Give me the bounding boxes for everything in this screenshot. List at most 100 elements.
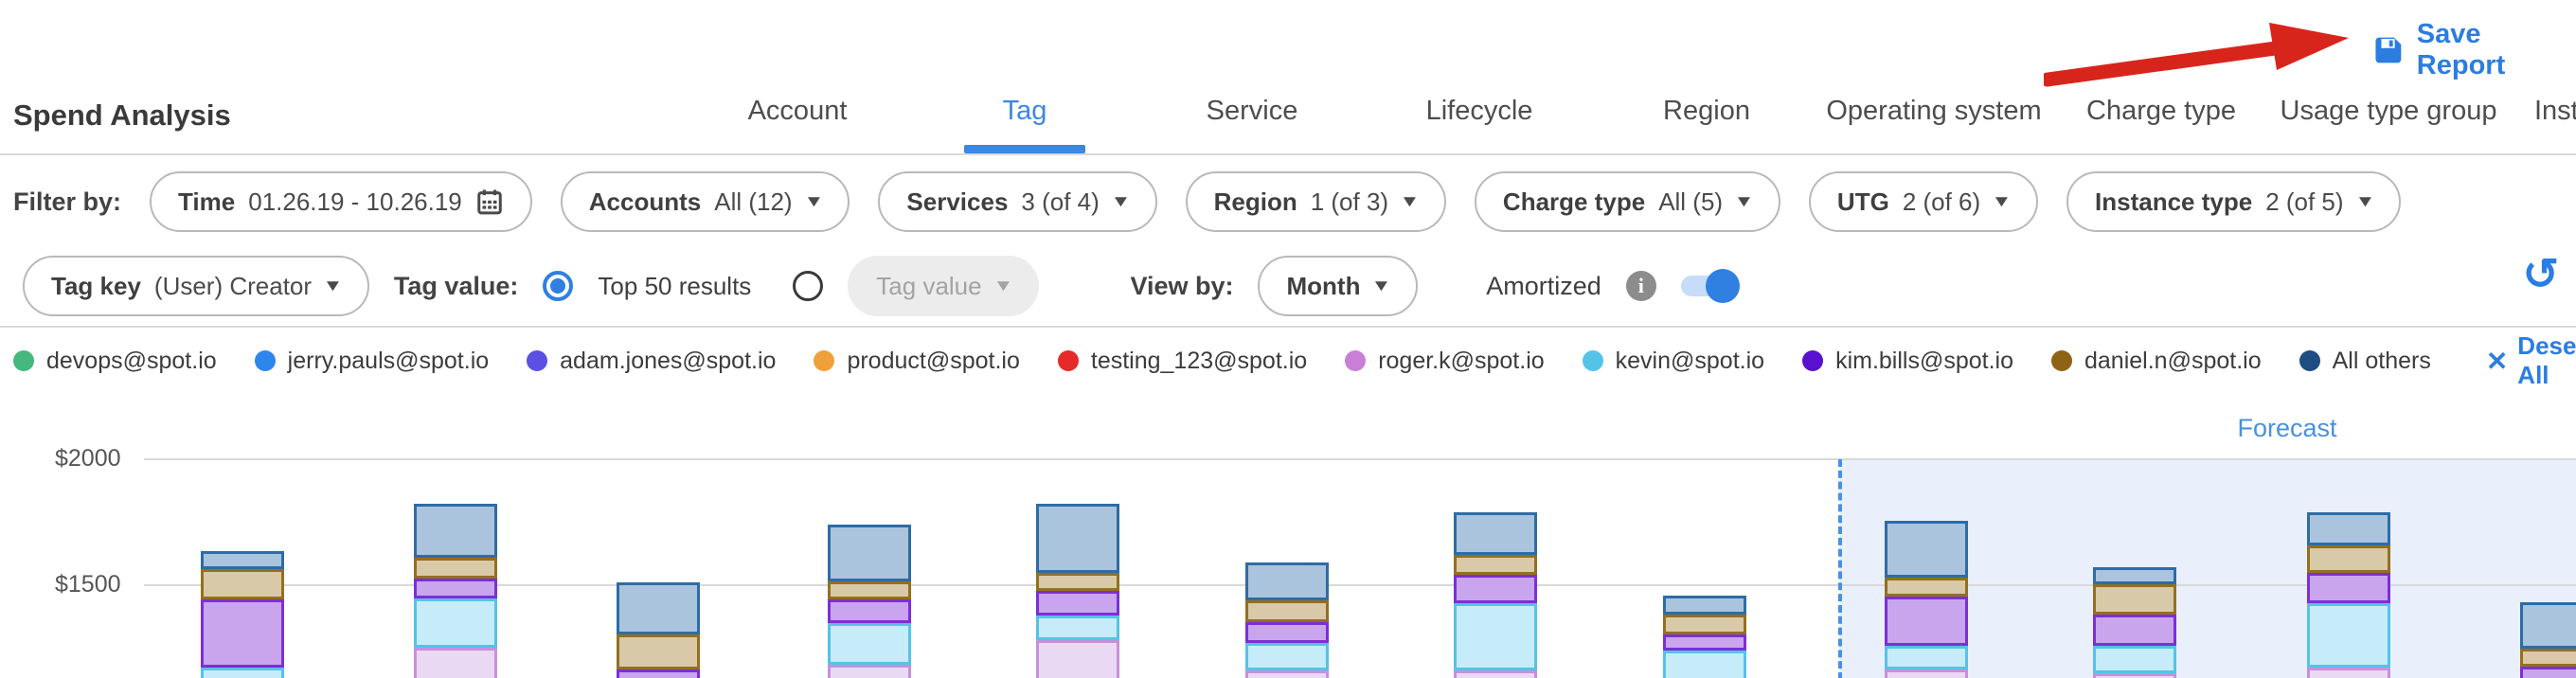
amortized-toggle[interactable]: [1681, 276, 1736, 296]
bar-7-segment[interactable]: [1454, 555, 1537, 575]
bar-9-segment[interactable]: [1885, 646, 1968, 669]
bar-10-segment[interactable]: [2093, 567, 2176, 583]
bar-10-segment[interactable]: [2093, 673, 2176, 678]
bar-4-segment[interactable]: [828, 665, 911, 678]
legend-item[interactable]: kevin@spot.io: [1583, 348, 1764, 375]
bar-5-segment[interactable]: [1036, 573, 1119, 591]
caret-down-icon: ▼: [1992, 192, 2012, 211]
legend-item[interactable]: daniel.n@spot.io: [2051, 348, 2262, 375]
tab-lifecycle[interactable]: Lifecycle: [1366, 96, 1593, 127]
bar-4-segment[interactable]: [828, 581, 911, 599]
bar-6-segment[interactable]: [1245, 670, 1329, 678]
bar-4-segment[interactable]: [828, 623, 911, 665]
bar-5-segment[interactable]: [1036, 591, 1119, 616]
legend-label: devops@spot.io: [46, 348, 217, 375]
bar-10-segment[interactable]: [2093, 615, 2176, 646]
bar-3-segment[interactable]: [617, 582, 700, 634]
tab-usage-type-group[interactable]: Usage type group: [2275, 96, 2502, 127]
header: Spend Analysis AccountTagServiceLifecycl…: [0, 0, 2576, 155]
bar-3-segment[interactable]: [617, 634, 700, 669]
tag-value-pill-label: Tag value: [876, 272, 981, 301]
bar-1-segment[interactable]: [201, 668, 284, 678]
bar-11-segment[interactable]: [2307, 545, 2390, 573]
legend-label: roger.k@spot.io: [1378, 348, 1544, 375]
bar-12-segment[interactable]: [2520, 602, 2576, 649]
info-icon[interactable]: i: [1626, 271, 1656, 301]
bar-2-segment[interactable]: [414, 558, 497, 579]
tab-inst[interactable]: Inst: [2534, 96, 2576, 127]
tab-account[interactable]: Account: [684, 96, 911, 127]
bar-7-segment[interactable]: [1454, 603, 1537, 671]
legend-label: kevin@spot.io: [1616, 348, 1764, 375]
bar-4-segment[interactable]: [828, 599, 911, 623]
bar-8-segment[interactable]: [1663, 615, 1746, 634]
reset-filters-icon[interactable]: ↺: [2522, 248, 2559, 299]
bar-8-segment[interactable]: [1663, 596, 1746, 615]
bar-1-segment[interactable]: [201, 599, 284, 668]
bar-3-segment[interactable]: [617, 669, 700, 678]
bar-9-segment[interactable]: [1885, 597, 1968, 646]
bar-2-segment[interactable]: [414, 504, 497, 558]
bar-7-segment[interactable]: [1454, 575, 1537, 602]
legend-item[interactable]: devops@spot.io: [13, 348, 217, 375]
legend-item[interactable]: adam.jones@spot.io: [527, 348, 776, 375]
tab-operating-system[interactable]: Operating system: [1820, 96, 2048, 127]
bar-6-segment[interactable]: [1245, 562, 1329, 600]
bar-1-segment[interactable]: [201, 569, 284, 599]
bar-6-segment[interactable]: [1245, 643, 1329, 670]
bar-2-segment[interactable]: [414, 598, 497, 648]
bar-11-segment[interactable]: [2307, 512, 2390, 545]
tab-charge-type[interactable]: Charge type: [2048, 96, 2275, 127]
legend-item[interactable]: kim.bills@spot.io: [1802, 348, 2013, 375]
view-by-pill[interactable]: Month ▼: [1258, 256, 1418, 316]
legend-item[interactable]: roger.k@spot.io: [1345, 348, 1544, 375]
bar-12-segment[interactable]: [2520, 649, 2576, 667]
filter-pill-charge-type[interactable]: Charge typeAll (5)▼: [1475, 171, 1780, 232]
bar-7-segment[interactable]: [1454, 670, 1537, 678]
caret-down-icon: ▼: [1110, 192, 1131, 211]
filter-pill-time[interactable]: Time01.26.19 - 10.26.19: [150, 171, 532, 232]
filter-pill-instance-type[interactable]: Instance type2 (of 5)▼: [2066, 171, 2401, 232]
save-report-button[interactable]: Save Report: [2371, 19, 2576, 81]
deselect-all-button[interactable]: ✕Deselect All: [2486, 331, 2576, 390]
caret-down-icon: ▼: [1734, 192, 1755, 211]
legend-item[interactable]: product@spot.io: [814, 348, 1019, 375]
bar-5-segment[interactable]: [1036, 640, 1119, 678]
bar-7-segment[interactable]: [1454, 512, 1537, 555]
bar-1-segment[interactable]: [201, 551, 284, 569]
tag-key-pill[interactable]: Tag key (User) Creator ▼: [23, 256, 369, 316]
pill-label: Accounts: [589, 187, 701, 217]
bar-4-segment[interactable]: [828, 525, 911, 581]
filter-pill-accounts[interactable]: AccountsAll (12)▼: [561, 171, 850, 232]
bar-9-segment[interactable]: [1885, 669, 1968, 678]
filter-pill-services[interactable]: Services3 (of 4)▼: [878, 171, 1156, 232]
bar-11-segment[interactable]: [2307, 603, 2390, 668]
bar-8-segment[interactable]: [1663, 651, 1746, 678]
bar-2-segment[interactable]: [414, 579, 497, 598]
bar-5-segment[interactable]: [1036, 616, 1119, 640]
bar-5-segment[interactable]: [1036, 504, 1119, 573]
bar-11-segment[interactable]: [2307, 668, 2390, 678]
legend-item[interactable]: testing_123@spot.io: [1058, 348, 1307, 375]
bar-6-segment[interactable]: [1245, 600, 1329, 622]
tag-value-radio[interactable]: [793, 271, 823, 301]
bar-10-segment[interactable]: [2093, 584, 2176, 615]
bar-8-segment[interactable]: [1663, 634, 1746, 651]
bar-12-segment[interactable]: [2520, 667, 2576, 678]
bar-9-segment[interactable]: [1885, 521, 1968, 578]
legend-item[interactable]: All others: [2299, 348, 2431, 375]
top50-radio[interactable]: [543, 271, 573, 301]
bar-6-segment[interactable]: [1245, 622, 1329, 644]
bar-9-segment[interactable]: [1885, 578, 1968, 597]
tab-service[interactable]: Service: [1138, 96, 1366, 127]
filter-pill-region[interactable]: Region1 (of 3)▼: [1186, 171, 1446, 232]
bar-10-segment[interactable]: [2093, 646, 2176, 673]
tab-region[interactable]: Region: [1593, 96, 1820, 127]
legend-color-dot: [13, 350, 34, 371]
filter-pill-utg[interactable]: UTG2 (of 6)▼: [1809, 171, 2038, 232]
bar-11-segment[interactable]: [2307, 573, 2390, 603]
bar-2-segment[interactable]: [414, 648, 497, 678]
pill-label: Instance type: [2095, 187, 2252, 217]
legend-item[interactable]: jerry.pauls@spot.io: [255, 348, 490, 375]
tab-tag[interactable]: Tag: [911, 96, 1138, 127]
